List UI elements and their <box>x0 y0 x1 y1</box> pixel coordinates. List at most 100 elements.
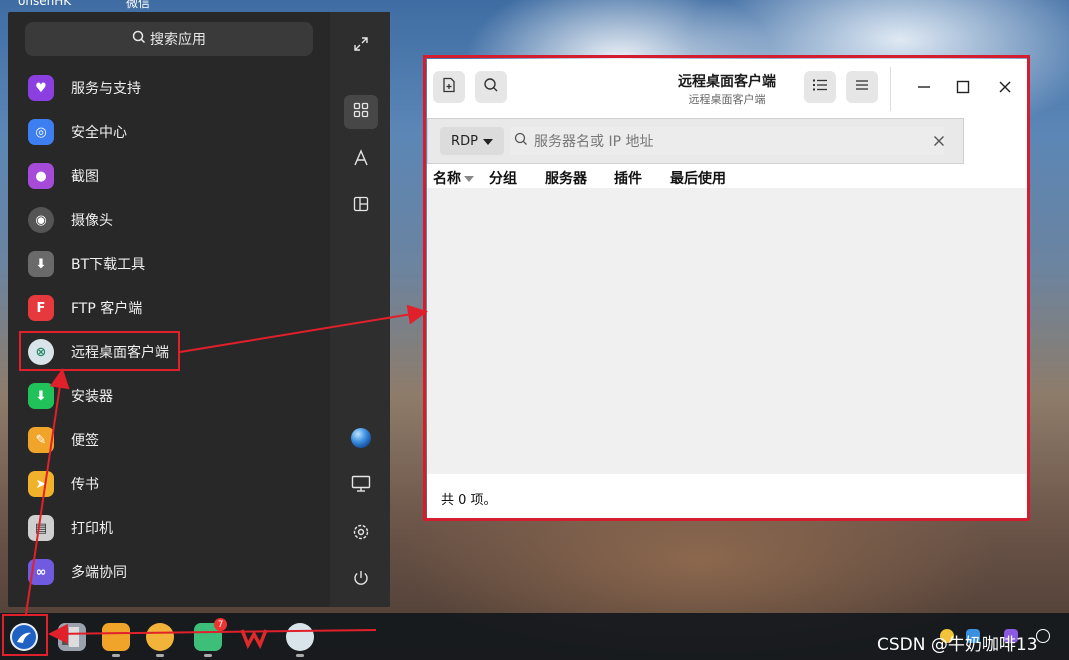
pencil-icon: ✎ <box>28 427 54 453</box>
new-connection-button[interactable] <box>433 71 465 103</box>
power-button[interactable] <box>344 563 378 597</box>
address-placeholder: 服务器名或 IP 地址 <box>534 134 654 150</box>
app-item-bt-download[interactable]: ⬇ BT下载工具 <box>18 244 188 284</box>
close-icon <box>998 78 1012 99</box>
user-avatar-button[interactable] <box>344 423 378 457</box>
collaboration-icon: ∞ <box>28 559 54 585</box>
remote-desktop-window: 远程桌面客户端 远程桌面客户端 RDP 服务器名或 IP 地址 名称 分组 服务… <box>427 59 1027 518</box>
start-button-highlight <box>2 614 48 656</box>
category-grid-button[interactable] <box>344 95 378 129</box>
window-title: 远程桌面客户端 <box>678 74 776 90</box>
protocol-dropdown[interactable]: RDP <box>440 127 504 155</box>
app-label: 多端协同 <box>71 565 127 581</box>
app-item-multi-device[interactable]: ∞ 多端协同 <box>18 552 188 592</box>
network-icon[interactable] <box>1036 629 1050 643</box>
app-item-camera[interactable]: ◉ 摄像头 <box>18 200 188 240</box>
minimize-icon <box>917 78 931 99</box>
running-indicator <box>204 654 212 657</box>
column-server-label: 服务器 <box>545 171 587 187</box>
download-icon: ⬇ <box>28 251 54 277</box>
alphabet-sort-button[interactable] <box>344 143 378 177</box>
maximize-button[interactable] <box>948 73 978 103</box>
search-placeholder: 搜索应用 <box>150 32 206 48</box>
heart-icon: ♥ <box>28 75 54 101</box>
multitask-view-button[interactable] <box>58 623 86 651</box>
app-item-security-center[interactable]: ◎ 安全中心 <box>18 112 188 152</box>
app-item-transfer[interactable]: ➤ 传书 <box>18 464 188 504</box>
sort-caret-icon <box>464 170 474 186</box>
send-icon: ➤ <box>28 471 54 497</box>
shield-icon: ◎ <box>28 119 54 145</box>
column-name-label: 名称 <box>433 171 461 187</box>
list-view-button[interactable] <box>804 71 836 103</box>
taskbar-app-wps[interactable] <box>240 623 268 651</box>
app-item-notes[interactable]: ✎ 便签 <box>18 420 188 460</box>
window-stack-icon <box>58 627 86 655</box>
launcher-search-input[interactable]: 搜索应用 <box>25 22 313 56</box>
install-arrow-icon: ⬇ <box>28 383 54 409</box>
protocol-value: RDP <box>451 133 478 149</box>
settings-button[interactable] <box>344 517 378 551</box>
function-category-button[interactable] <box>344 189 378 223</box>
app-label: FTP 客户端 <box>71 301 143 317</box>
server-address-input[interactable]: 服务器名或 IP 地址 <box>510 127 944 155</box>
fullscreen-button[interactable] <box>344 29 378 63</box>
remote-desktop-highlight <box>19 331 180 371</box>
connection-bar: RDP 服务器名或 IP 地址 <box>427 118 964 164</box>
letter-a-icon <box>352 149 370 171</box>
connection-list[interactable] <box>427 188 1027 474</box>
taskbar-app-browser[interactable] <box>146 623 174 651</box>
app-label: 截图 <box>71 169 99 185</box>
app-item-installer[interactable]: ⬇ 安装器 <box>18 376 188 416</box>
app-label: 打印机 <box>71 521 113 537</box>
app-item-service-support[interactable]: ♥ 服务与支持 <box>18 68 188 108</box>
hamburger-icon <box>855 79 869 95</box>
launcher-app-list: 搜索应用 ♥ 服务与支持 ◎ 安全中心 ● 截图 ◉ 摄像头 ⬇ BT下载工具 … <box>8 12 330 607</box>
column-plugin[interactable]: 插件 <box>614 168 642 188</box>
maximize-icon <box>956 78 970 99</box>
caret-down-icon <box>482 134 493 149</box>
desktop-label-1: onsenHK <box>18 0 72 8</box>
taskbar-app-remote-desktop[interactable] <box>286 623 314 651</box>
monitor-icon <box>351 475 371 497</box>
search-icon <box>514 132 528 150</box>
taskbar-app-notes[interactable] <box>102 623 130 651</box>
search-icon <box>483 77 499 97</box>
running-indicator <box>112 654 120 657</box>
status-text: 共 0 项。 <box>441 493 497 508</box>
column-group[interactable]: 分组 <box>489 168 517 188</box>
app-label: 便签 <box>71 433 99 449</box>
camera-lens-icon: ● <box>28 163 54 189</box>
column-last-used-label: 最后使用 <box>670 171 726 187</box>
minimize-button[interactable] <box>909 73 939 103</box>
close-button[interactable] <box>990 73 1020 103</box>
clear-icon <box>933 132 945 151</box>
column-server[interactable]: 服务器 <box>545 168 587 188</box>
printer-icon: ▤ <box>28 515 54 541</box>
column-group-label: 分组 <box>489 171 517 187</box>
search-toggle-button[interactable] <box>475 71 507 103</box>
main-menu-button[interactable] <box>846 71 878 103</box>
clear-address-button[interactable] <box>933 127 945 155</box>
app-label: 传书 <box>71 477 99 493</box>
new-file-icon <box>441 77 457 97</box>
computer-button[interactable] <box>344 469 378 503</box>
csdn-watermark: CSDN @牛奶咖啡13 <box>877 635 1038 655</box>
app-label: 摄像头 <box>71 213 113 229</box>
app-item-printer[interactable]: ▤ 打印机 <box>18 508 188 548</box>
ftp-icon: F <box>28 295 54 321</box>
app-item-screenshot[interactable]: ● 截图 <box>18 156 188 196</box>
launcher-sidebar <box>330 12 390 607</box>
app-launcher: 搜索应用 ♥ 服务与支持 ◎ 安全中心 ● 截图 ◉ 摄像头 ⬇ BT下载工具 … <box>8 12 390 607</box>
avatar-globe-icon <box>350 427 372 453</box>
grid-icon <box>353 102 369 122</box>
search-icon <box>132 30 146 48</box>
column-name[interactable]: 名称 <box>433 168 474 188</box>
column-last-used[interactable]: 最后使用 <box>670 168 726 188</box>
app-item-ftp-client[interactable]: F FTP 客户端 <box>18 288 188 328</box>
list-icon <box>812 78 828 96</box>
expand-icon <box>353 36 369 56</box>
desktop-label-2: 微信 <box>126 0 151 10</box>
app-label: 安全中心 <box>71 125 127 141</box>
toolbar-divider <box>890 67 891 111</box>
